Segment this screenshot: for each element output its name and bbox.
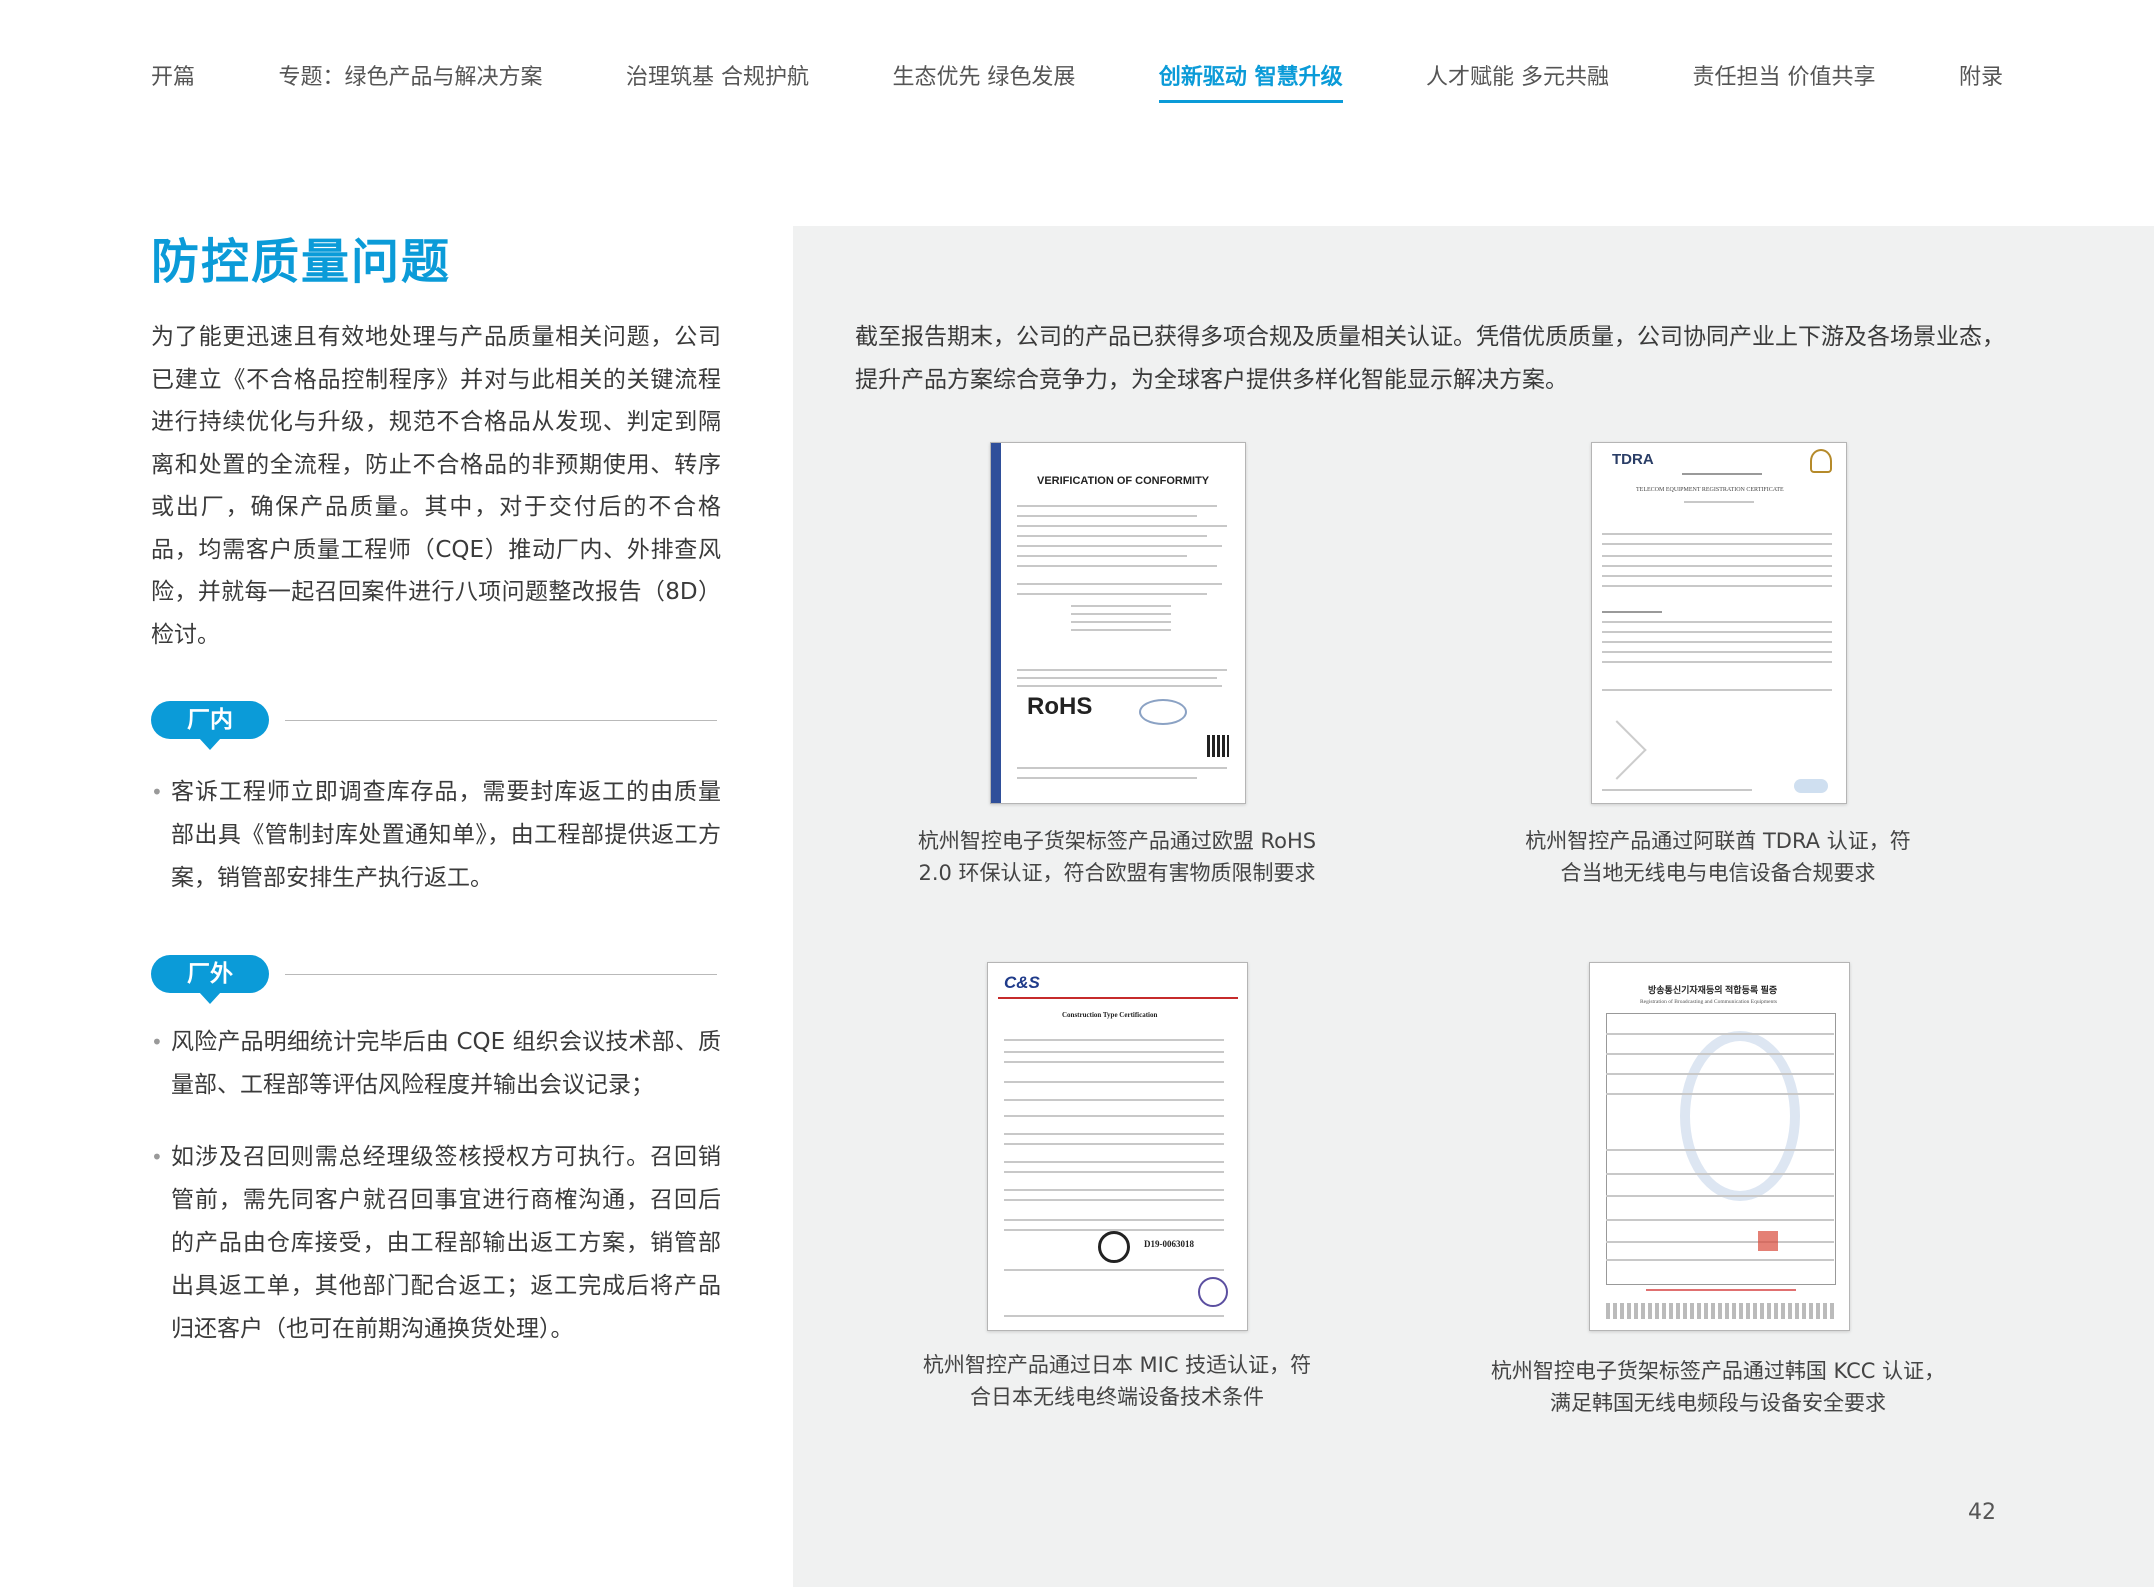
certificate-side-stripe — [991, 443, 1001, 803]
rohs-certificate-image: VERIFICATION OF CONFORMITY RoHS — [990, 442, 1246, 804]
certificate-title: TELECOM EQUIPMENT REGISTRATION CERTIFICA… — [1636, 487, 1784, 493]
mic-caption: 杭州智控产品通过日本 MIC 技适认证，符 合日本无线电终端设备技术条件 — [922, 1353, 1312, 1409]
bullet-icon: • — [151, 1030, 163, 1054]
section-title: 防控质量问题 — [151, 234, 452, 290]
rohs-caption: 杭州智控电子货架标签产品通过欧盟 RoHS 2.0 环保认证，符合欧盟有害物质限… — [917, 829, 1317, 885]
kcc-certificate-image: 방송통신기자재등의 적합등록 필증 Registration of Broadc… — [1589, 962, 1850, 1331]
top-navigation: 开篇 专题：绿色产品与解决方案 治理筑基 合规护航 生态优先 绿色发展 创新驱动… — [151, 58, 2003, 103]
nav-item-responsibility[interactable]: 责任担当 价值共享 — [1693, 59, 1876, 97]
nav-item-appendix[interactable]: 附录 — [1959, 59, 2003, 97]
rohs-mark: RoHS — [1027, 693, 1093, 720]
factory-outside-tag: 厂外 — [151, 955, 269, 1004]
kcc-caption: 杭州智控电子货架标签产品通过韩国 KCC 认证， 满足韩国无线电频段与设备安全要… — [1490, 1359, 1946, 1415]
nav-item-special-topic[interactable]: 专题：绿色产品与解决方案 — [278, 59, 542, 97]
nav-item-talent[interactable]: 人才赋能 多元共融 — [1426, 59, 1609, 97]
bullet-icon: • — [151, 1145, 163, 1169]
giteki-mark-icon — [1098, 1231, 1130, 1263]
divider — [285, 974, 717, 975]
bullet-icon: • — [151, 780, 163, 804]
cs-logo: C&S — [1004, 973, 1040, 992]
list-item: • 如涉及召回则需总经理级签核授权方可执行。召回销管前，需先同客户就召回事宜进行… — [151, 1136, 721, 1351]
mic-certificate-image: C&S Construction Type Certification D19-… — [987, 962, 1248, 1331]
barcode-icon — [1606, 1303, 1834, 1319]
emblem-icon — [1810, 449, 1832, 473]
certification-intro: 截至报告期末，公司的产品已获得多项合规及质量相关认证。凭借优质质量，公司协同产业… — [855, 324, 2005, 393]
official-stamp-icon — [1758, 1231, 1778, 1251]
list-item: • 客诉工程师立即调查库存品，需要封库返工的由质量部出具《管制封库处置通知单》，… — [151, 771, 721, 900]
factory-inside-header: 厂内 — [151, 701, 717, 750]
list-item: • 风险产品明细统计完毕后由 CQE 组织会议技术部、质量部、工程部等评估风险程… — [151, 1021, 721, 1107]
nav-item-ecology[interactable]: 生态优先 绿色发展 — [892, 59, 1075, 97]
tdra-certificate-image: TDRA TELECOM EQUIPMENT REGISTRATION CERT… — [1591, 442, 1847, 804]
quality-control-paragraph: 为了能更迅速且有效地处理与产品质量相关问题，公司已建立《不合格品控制程序》并对与… — [151, 324, 721, 648]
kc-watermark-icon — [1680, 1031, 1800, 1201]
certificate-number: D19-0063018 — [1144, 1239, 1194, 1249]
certificate-subtitle: Registration of Broadcasting and Communi… — [1640, 999, 1778, 1005]
nav-item-governance[interactable]: 治理筑基 合规护航 — [626, 59, 809, 97]
factory-outside-header: 厂外 — [151, 955, 717, 1004]
chevron-watermark-icon — [1592, 720, 1647, 780]
stamp-icon — [1139, 699, 1187, 725]
qr-code-icon — [1207, 735, 1229, 757]
badge-icon — [1794, 779, 1828, 793]
factory-inside-tag: 厂内 — [151, 701, 269, 750]
tdra-logo: TDRA — [1612, 451, 1654, 468]
seal-icon — [1198, 1277, 1228, 1307]
certificate-title: 방송통신기자재등의 적합등록 필증 — [1648, 985, 1778, 995]
certificate-title: VERIFICATION OF CONFORMITY — [1037, 475, 1210, 487]
certificate-title: Construction Type Certification — [1062, 1011, 1158, 1019]
tdra-caption: 杭州智控产品通过阿联酋 TDRA 认证，符 合当地无线电与电信设备合规要求 — [1525, 829, 1911, 885]
divider — [285, 720, 717, 721]
nav-item-innovation[interactable]: 创新驱动 智慧升级 — [1158, 59, 1343, 103]
nav-item-opening[interactable]: 开篇 — [151, 59, 195, 97]
page-number: 42 — [1968, 1500, 1996, 1525]
